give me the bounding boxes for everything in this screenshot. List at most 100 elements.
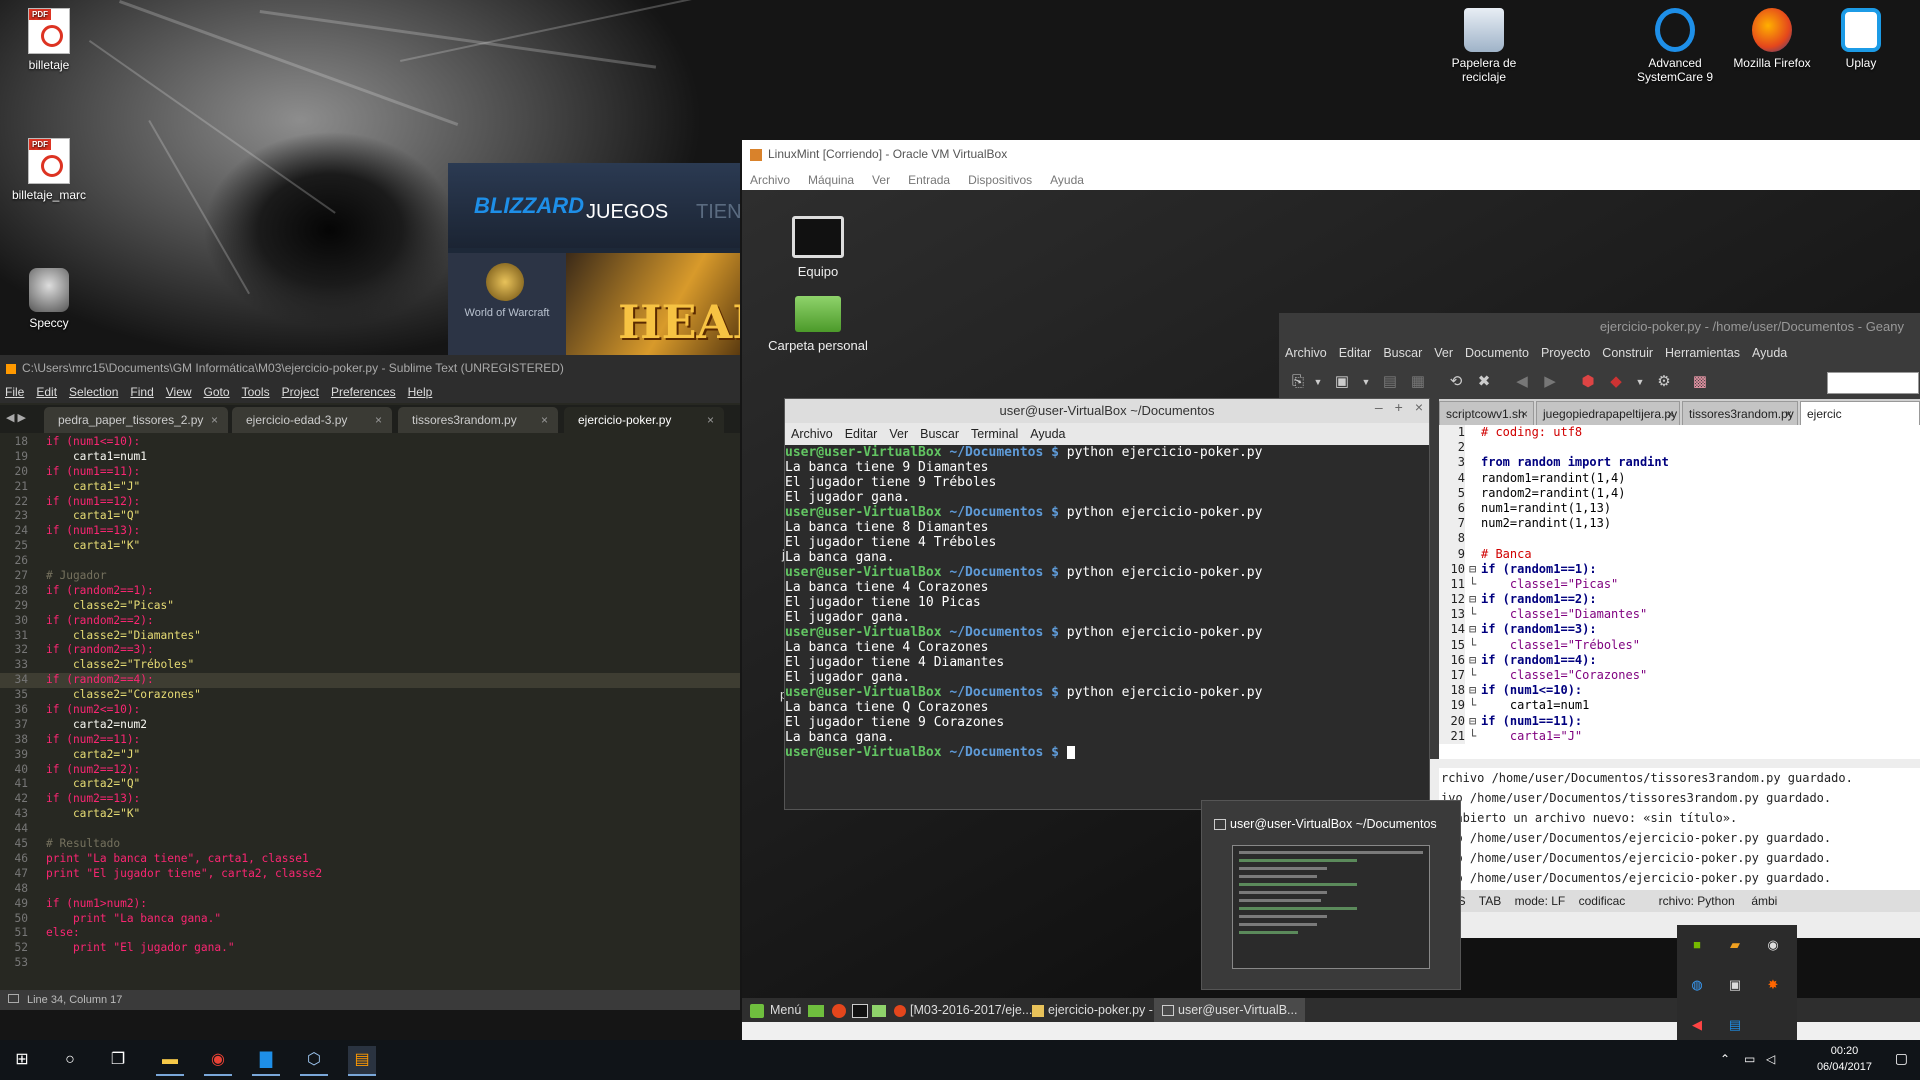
code-line[interactable]: 23 carta1="Q" bbox=[0, 509, 740, 524]
desktop-icon-recycle-bin[interactable]: Papelera de reciclaje bbox=[1434, 8, 1534, 84]
code-line[interactable]: 16 ⊟ if (random1==4): bbox=[1439, 652, 1920, 669]
code-line[interactable]: 11 └ classe1="Picas" bbox=[1439, 576, 1920, 593]
terminal-launcher-icon[interactable] bbox=[852, 998, 868, 1022]
virtualbox-title-bar[interactable]: LinuxMint [Corriendo] - Oracle VM Virtua… bbox=[742, 140, 1920, 168]
code-line[interactable]: 17 └ classe1="Corazones" bbox=[1439, 668, 1920, 684]
geany-menu-buscar[interactable]: Buscar bbox=[1383, 346, 1422, 360]
code-line[interactable]: 30 if (random2==2): bbox=[0, 614, 740, 629]
geany-menu-archivo[interactable]: Archivo bbox=[1285, 346, 1327, 360]
menu-goto[interactable]: Goto bbox=[204, 385, 230, 399]
compile-icon[interactable]: ⬢ bbox=[1579, 373, 1597, 391]
network-globe-icon[interactable]: ◍ bbox=[1689, 977, 1705, 993]
code-line[interactable]: 26 bbox=[0, 554, 740, 569]
geany-menu-documento[interactable]: Documento bbox=[1465, 346, 1529, 360]
code-line[interactable]: 3 from random import randint bbox=[1439, 455, 1920, 471]
virtualbox-app-icon[interactable]: ⬡ bbox=[300, 1046, 328, 1076]
firefox-launcher-icon[interactable] bbox=[832, 998, 846, 1022]
code-line[interactable]: 34 if (random2==4): bbox=[0, 673, 740, 689]
menu-selection[interactable]: Selection bbox=[69, 385, 118, 399]
code-line[interactable]: 12 ⊟ if (random1==2): bbox=[1439, 592, 1920, 608]
volume-icon[interactable]: ◁ bbox=[1766, 1052, 1775, 1066]
code-line[interactable]: 25 carta1="K" bbox=[0, 539, 740, 554]
blizzard-app-icon[interactable]: ▇ bbox=[252, 1046, 280, 1076]
new-file-icon[interactable]: ⎘ bbox=[1289, 373, 1307, 391]
settings-gear-icon[interactable]: ⚙ bbox=[1655, 373, 1673, 391]
blizzard-nav-juegos[interactable]: JUEGOS bbox=[586, 201, 668, 224]
network-icon[interactable]: ▭ bbox=[1744, 1052, 1755, 1066]
file-explorer-icon[interactable]: ▬ bbox=[156, 1046, 184, 1076]
vb-menu-archivo[interactable]: Archivo bbox=[750, 173, 790, 187]
term-menu-ayuda[interactable]: Ayuda bbox=[1030, 427, 1065, 441]
code-line[interactable]: 39 carta2="J" bbox=[0, 748, 740, 763]
geany-menu-herramientas[interactable]: Herramientas bbox=[1665, 346, 1740, 360]
code-line[interactable]: 5 random2=randint(1,4) bbox=[1439, 485, 1920, 501]
fold-marker-icon[interactable]: ⊟ bbox=[1469, 562, 1481, 577]
menu-preferences[interactable]: Preferences bbox=[331, 385, 396, 399]
fold-marker-icon[interactable]: ⊟ bbox=[1469, 653, 1481, 668]
code-line[interactable]: 45 # Resultado bbox=[0, 837, 740, 852]
code-line[interactable]: 2 bbox=[1439, 440, 1920, 456]
geany-tab-scriptcowv1[interactable]: scriptcowv1.sh × bbox=[1439, 401, 1534, 425]
code-line[interactable]: 20 if (num1==11): bbox=[0, 465, 740, 480]
nvidia-icon[interactable]: ■ bbox=[1689, 937, 1705, 953]
code-line[interactable]: 14 ⊟ if (random1==3): bbox=[1439, 622, 1920, 638]
save-icon[interactable]: ▤ bbox=[1381, 373, 1399, 391]
dropdown-arrow-icon[interactable]: ▼ bbox=[1631, 373, 1649, 391]
geany-tab-juegopiedrapapeltijera[interactable]: juegopiedrapapeltijera.py × bbox=[1536, 401, 1680, 425]
sublime-app-icon[interactable]: ▤ bbox=[348, 1046, 376, 1076]
fold-marker-icon[interactable]: ⊟ bbox=[1469, 622, 1481, 637]
geany-tab-tissores3random[interactable]: tissores3random.py × bbox=[1682, 401, 1798, 425]
cortana-search-icon[interactable]: ○ bbox=[56, 1046, 84, 1074]
code-line[interactable]: 44 bbox=[0, 822, 740, 837]
term-menu-buscar[interactable]: Buscar bbox=[920, 427, 959, 441]
code-line[interactable]: 9 # Banca bbox=[1439, 546, 1920, 562]
close-icon[interactable]: × bbox=[211, 407, 218, 433]
code-line[interactable]: 38 if (num2==11): bbox=[0, 733, 740, 748]
geany-menu-construir[interactable]: Construir bbox=[1602, 346, 1653, 360]
menu-edit[interactable]: Edit bbox=[36, 385, 57, 399]
hearthstone-banner[interactable]: HEAR bbox=[566, 253, 740, 355]
code-line[interactable]: 19 carta1=num1 bbox=[0, 450, 740, 465]
mint-task-geany[interactable]: ejercicio-poker.py - /... bbox=[1032, 998, 1170, 1022]
close-icon[interactable]: × bbox=[1521, 402, 1528, 426]
code-line[interactable]: 21 └ carta1="J" bbox=[1439, 728, 1920, 744]
desktop-icon-billetaje-marc[interactable]: billetaje_marc bbox=[4, 138, 94, 202]
mint-icon-carpeta-personal[interactable]: Carpeta personal bbox=[763, 296, 873, 353]
code-line[interactable]: 20 ⊟ if (num1==11): bbox=[1439, 713, 1920, 729]
code-line[interactable]: 51 else: bbox=[0, 926, 740, 941]
revert-icon[interactable]: ⟲ bbox=[1447, 373, 1465, 391]
code-line[interactable]: 42 if (num2==13): bbox=[0, 792, 740, 807]
geany-menu-editar[interactable]: Editar bbox=[1339, 346, 1372, 360]
code-line[interactable]: 18 if (num1<=10): bbox=[0, 435, 740, 450]
term-menu-terminal[interactable]: Terminal bbox=[971, 427, 1018, 441]
camera-icon[interactable]: ◉ bbox=[1765, 937, 1781, 953]
build-icon[interactable]: ◆ bbox=[1607, 373, 1625, 391]
fold-marker-icon[interactable]: ⊟ bbox=[1469, 714, 1481, 729]
menu-file[interactable]: File bbox=[5, 385, 24, 399]
close-icon[interactable]: × bbox=[1785, 402, 1792, 426]
geany-code-area[interactable]: 1 # coding: utf8 2 3 from random import rand… bbox=[1439, 425, 1920, 759]
code-line[interactable]: 36 if (num2<=10): bbox=[0, 703, 740, 718]
tab-pedra-paper[interactable]: pedra_paper_tissores_2.py × bbox=[44, 407, 228, 433]
code-line[interactable]: 27 # Jugador bbox=[0, 569, 740, 584]
folder-sync-icon[interactable]: ▰ bbox=[1727, 937, 1743, 953]
files-launcher-icon[interactable] bbox=[872, 998, 886, 1022]
vb-menu-dispositivos[interactable]: Dispositivos bbox=[968, 173, 1032, 187]
mint-task-terminal[interactable]: user@user-VirtualB... bbox=[1154, 998, 1306, 1022]
mint-menu-button[interactable]: Menú bbox=[750, 998, 801, 1022]
show-desktop-icon[interactable] bbox=[808, 998, 824, 1022]
fold-marker-icon[interactable]: └ bbox=[1469, 698, 1481, 713]
code-line[interactable]: 53 bbox=[0, 956, 740, 971]
code-line[interactable]: 15 └ classe1="Tréboles" bbox=[1439, 637, 1920, 653]
code-line[interactable]: 48 bbox=[0, 882, 740, 897]
code-line[interactable]: 8 bbox=[1439, 531, 1920, 547]
forward-icon[interactable]: ▶ bbox=[1541, 373, 1559, 391]
fold-marker-icon[interactable]: └ bbox=[1469, 638, 1481, 653]
geany-menu-ayuda[interactable]: Ayuda bbox=[1752, 346, 1787, 360]
code-line[interactable]: 47 print "El jugador tiene", carta2, clas… bbox=[0, 867, 740, 882]
taskbar-clock[interactable]: 00:20 06/04/2017 bbox=[1817, 1043, 1872, 1075]
fold-marker-icon[interactable]: └ bbox=[1469, 577, 1481, 592]
action-center-icon[interactable]: ▢ bbox=[1895, 1050, 1908, 1067]
term-menu-archivo[interactable]: Archivo bbox=[791, 427, 833, 441]
desktop-icon-speccy[interactable]: Speccy bbox=[4, 268, 94, 330]
